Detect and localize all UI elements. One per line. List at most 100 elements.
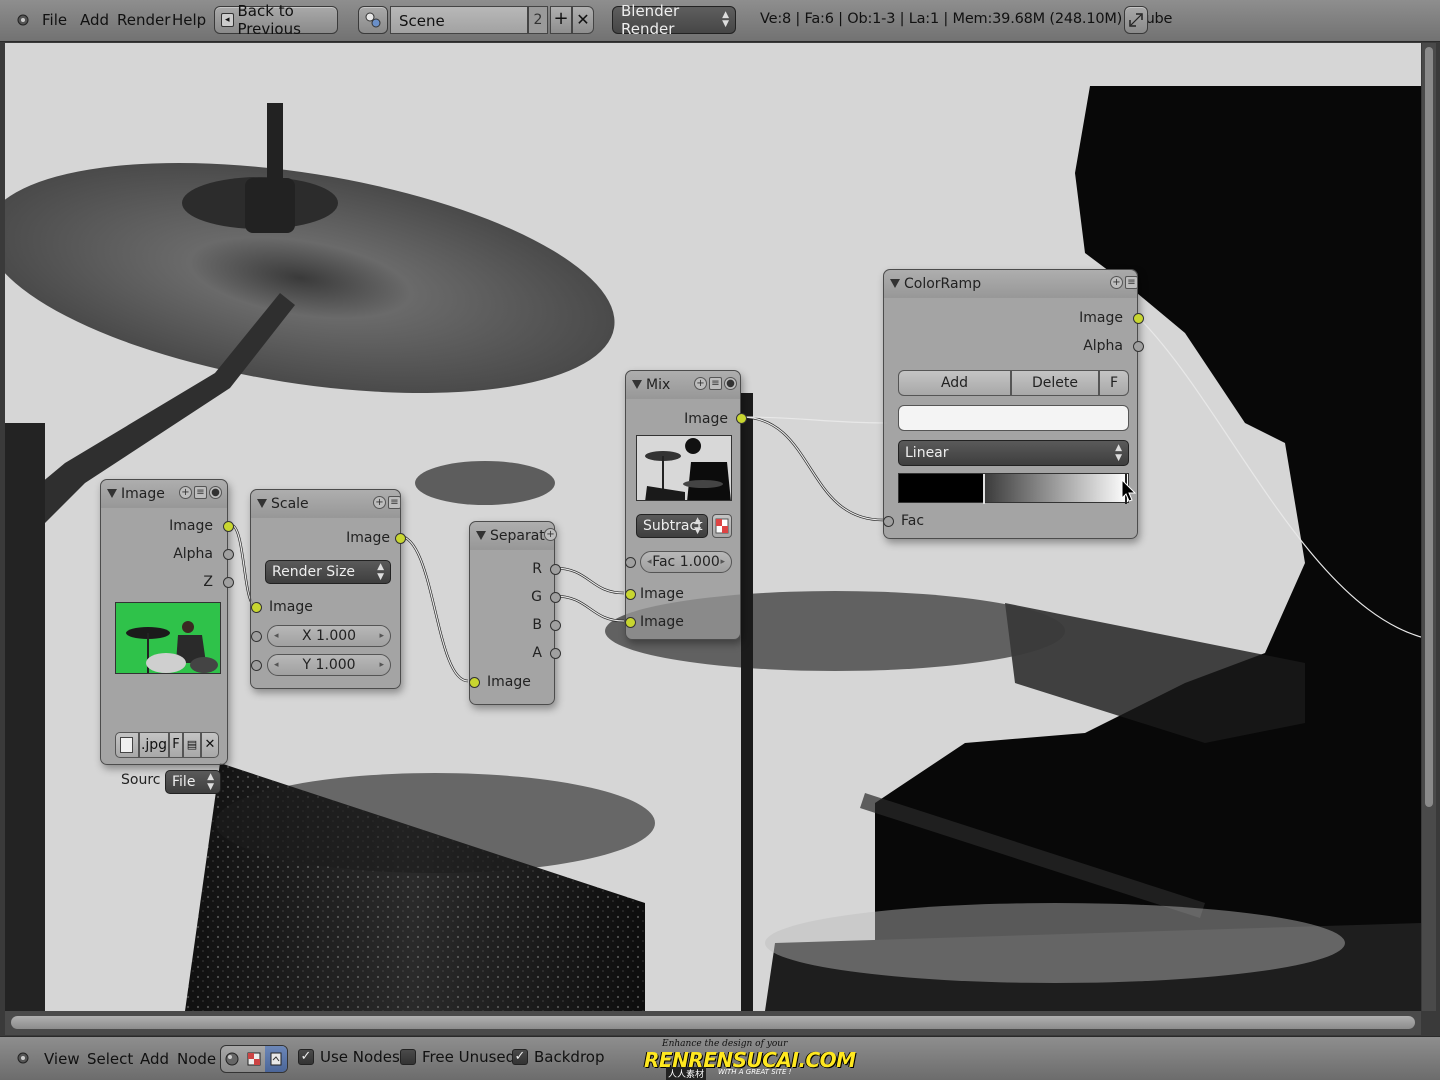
colorramp-node[interactable]: ColorRamp + ≡ Image Alpha Add Delete F L… — [883, 269, 1144, 539]
scene-browse-button[interactable] — [358, 6, 388, 34]
z-output-socket[interactable] — [223, 577, 234, 588]
use-nodes-checkbox[interactable]: ✓ Use Nodes — [298, 1048, 400, 1066]
decrement-arrow-icon[interactable]: ◂ — [647, 552, 652, 572]
colorramp-alpha-output-socket[interactable] — [1133, 341, 1144, 352]
open-image-button[interactable]: ▤ — [183, 732, 201, 758]
image-node-header[interactable]: Image + ≡ ● — [101, 480, 227, 508]
node-color-icon[interactable]: ● — [724, 377, 737, 390]
scene-delete-button[interactable]: ✕ — [572, 6, 594, 34]
preview-toggle-icon[interactable]: + — [1110, 276, 1123, 289]
blend-mode-select[interactable]: Subtract ▲ ▼ — [636, 514, 708, 538]
y-value-field[interactable]: ◂ Y 1.000 ▸ — [267, 654, 391, 676]
compositing-nodes-button[interactable] — [243, 1046, 265, 1072]
preview-toggle-icon[interactable]: + — [373, 496, 386, 509]
free-unused-checkbox[interactable]: Free Unused — [400, 1048, 515, 1066]
scale-node[interactable]: Scale + ≡ Image Render Size ▲ ▼ Image ◂ X… — [250, 489, 406, 689]
collapse-triangle-icon[interactable] — [257, 499, 267, 508]
r-output-socket[interactable] — [550, 564, 561, 575]
color-ramp-gradient[interactable] — [898, 473, 1129, 504]
horizontal-scroll-thumb[interactable] — [11, 1016, 1415, 1029]
texture-icon — [270, 1052, 282, 1066]
fake-user-button[interactable]: F — [169, 732, 183, 758]
a-output-socket[interactable] — [550, 648, 561, 659]
vertical-scroll-thumb[interactable] — [1425, 47, 1433, 807]
menu-add[interactable]: Add — [80, 11, 109, 29]
fullscreen-toggle-button[interactable] — [1124, 6, 1148, 34]
editor-type-icon[interactable] — [14, 11, 32, 29]
collapse-triangle-icon[interactable] — [107, 489, 117, 498]
image-node[interactable]: Image + ≡ ● Image Alpha Z .jpg F ▤ ✕ Sou… — [100, 479, 234, 794]
increment-arrow-icon[interactable]: ▸ — [720, 552, 725, 572]
node-editor-backdrop[interactable]: Image + ≡ ● Image Alpha Z .jpg F ▤ ✕ Sou… — [5, 43, 1421, 1011]
mix-node[interactable]: Mix + ≡ ● Image Subtract ▲ ▼ ◂ Fac 1.000 … — [625, 370, 747, 640]
separate-input-socket[interactable] — [469, 677, 480, 688]
menu-view[interactable]: View — [44, 1050, 80, 1068]
collapse-triangle-icon[interactable] — [632, 380, 642, 389]
horizontal-scrollbar[interactable] — [5, 1011, 1421, 1035]
hide-sockets-icon[interactable]: ≡ — [388, 496, 401, 509]
decrement-arrow-icon[interactable]: ◂ — [274, 626, 279, 646]
source-select[interactable]: File ▲ ▼ — [165, 770, 221, 794]
preview-toggle-icon[interactable]: + — [179, 486, 192, 499]
ramp-add-button[interactable]: Add — [898, 370, 1011, 396]
hide-sockets-icon[interactable]: ≡ — [194, 486, 207, 499]
scale-node-header[interactable]: Scale + ≡ — [251, 490, 401, 518]
image1-input-socket[interactable] — [625, 589, 636, 600]
ramp-flip-button[interactable]: F — [1099, 370, 1129, 396]
mix-output-label: Image — [684, 411, 728, 427]
collapse-triangle-icon[interactable] — [890, 279, 900, 288]
mix-output-socket[interactable] — [736, 413, 747, 424]
hide-sockets-icon[interactable]: ≡ — [709, 377, 722, 390]
separate-node-header[interactable]: Separat + — [470, 522, 557, 550]
scale-input-socket[interactable] — [251, 602, 262, 613]
x-value-field[interactable]: ◂ X 1.000 ▸ — [267, 625, 391, 647]
colorramp-image-output-socket[interactable] — [1133, 313, 1144, 324]
active-stop-color-swatch[interactable] — [898, 405, 1129, 431]
fac-value-field[interactable]: ◂ Fac 1.000 ▸ — [640, 551, 732, 573]
image2-input-socket[interactable] — [625, 617, 636, 628]
editor-type-icon[interactable] — [14, 1049, 32, 1067]
preview-toggle-icon[interactable]: + — [694, 377, 707, 390]
menu-node[interactable]: Node — [177, 1050, 216, 1068]
image-output-socket[interactable] — [223, 521, 234, 532]
interpolation-select[interactable]: Linear ▲ ▼ — [898, 440, 1129, 466]
menu-select[interactable]: Select — [87, 1050, 133, 1068]
use-alpha-toggle[interactable] — [712, 514, 732, 538]
ramp-stop-marker[interactable] — [983, 474, 985, 504]
node-color-icon[interactable]: ● — [209, 486, 222, 499]
b-output-socket[interactable] — [550, 620, 561, 631]
back-to-previous-button[interactable]: ◂ Back to Previous — [214, 2, 338, 38]
collapse-triangle-icon[interactable] — [476, 531, 486, 540]
preview-toggle-icon[interactable]: + — [544, 528, 557, 541]
mix-preview-thumbnail — [636, 435, 732, 501]
backdrop-checkbox[interactable]: ✓ Backdrop — [512, 1048, 604, 1066]
fac-input-socket[interactable] — [625, 557, 636, 568]
scale-space-select[interactable]: Render Size ▲ ▼ — [265, 560, 391, 584]
menu-render[interactable]: Render — [117, 11, 170, 29]
alpha-output-socket[interactable] — [223, 549, 234, 560]
decrement-arrow-icon[interactable]: ◂ — [274, 655, 279, 675]
texture-nodes-button[interactable] — [265, 1046, 287, 1072]
increment-arrow-icon[interactable]: ▸ — [379, 626, 384, 646]
menu-add[interactable]: Add — [140, 1050, 169, 1068]
unlink-image-button[interactable]: ✕ — [201, 732, 219, 758]
menu-file[interactable]: File — [42, 11, 67, 29]
y-input-socket[interactable] — [251, 660, 262, 671]
ramp-delete-button[interactable]: Delete — [1011, 370, 1099, 396]
separate-rgba-node[interactable]: Separat + R G B A Image — [469, 521, 561, 705]
render-engine-select[interactable]: Blender Render ▲ ▼ — [612, 2, 736, 38]
shader-nodes-button[interactable] — [221, 1046, 243, 1072]
scene-add-button[interactable]: + — [550, 6, 572, 34]
fac-input-socket[interactable] — [883, 516, 894, 527]
scene-name-field[interactable]: Scene — [390, 6, 528, 34]
x-input-socket[interactable] — [251, 631, 262, 642]
increment-arrow-icon[interactable]: ▸ — [379, 655, 384, 675]
colorramp-node-header[interactable]: ColorRamp + ≡ — [884, 270, 1138, 298]
scale-output-socket[interactable] — [395, 533, 406, 544]
mix-node-header[interactable]: Mix + ≡ ● — [626, 371, 740, 399]
g-output-socket[interactable] — [550, 592, 561, 603]
hide-sockets-icon[interactable]: ≡ — [1125, 276, 1138, 289]
vertical-scrollbar[interactable] — [1422, 43, 1436, 1011]
image-filename-field[interactable]: .jpg — [139, 732, 169, 758]
menu-help[interactable]: Help — [172, 11, 206, 29]
